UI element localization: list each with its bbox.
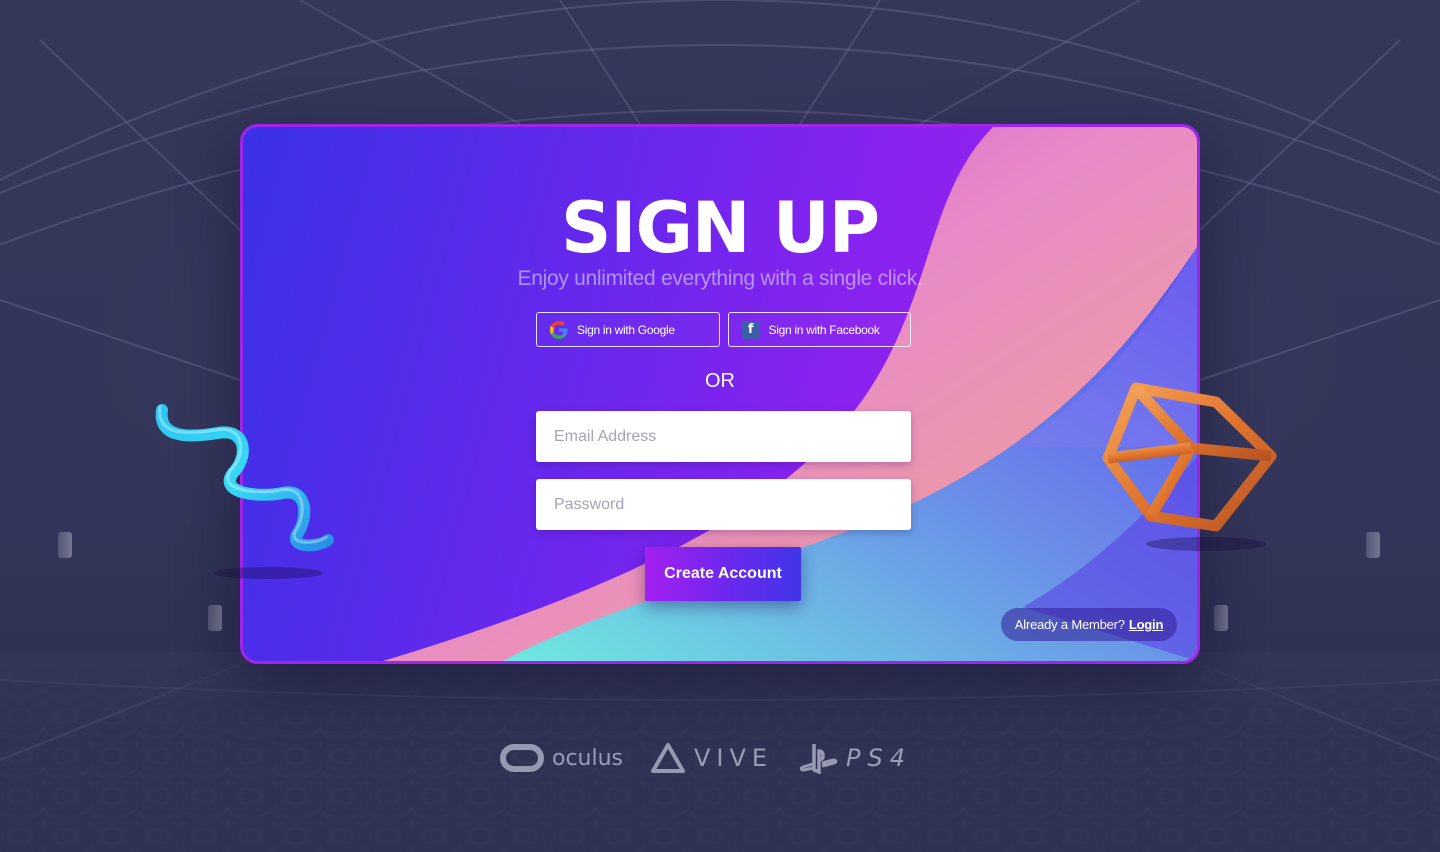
vive-logo-icon [651,743,685,773]
google-signin-button[interactable]: Sign in with Google [536,312,720,347]
wall-light [208,605,222,631]
oculus-logo-icon [500,744,544,772]
already-member-text: Already a Member? [1014,617,1125,632]
create-account-button[interactable]: Create Account [645,547,801,601]
supported-platforms: oculus VIVE PS4 [500,738,940,778]
login-link[interactable]: Login [1129,617,1164,632]
email-field[interactable] [536,411,911,462]
google-icon [550,320,568,339]
facebook-icon: f [741,320,760,339]
vive-brand: VIVE [650,738,773,778]
ps4-label: PS4 [846,744,912,772]
wall-light [58,532,72,558]
already-member-pill: Already a Member? Login [1001,608,1177,641]
playstation-logo-icon [800,744,838,774]
oculus-brand: oculus [500,738,623,778]
wireframe-cube-decoration [1102,382,1277,551]
facebook-signin-button[interactable]: f Sign in with Facebook [727,312,911,347]
page-title: SIGN UP [560,187,880,269]
signup-card: SIGN UP Enjoy unlimited everything with … [240,124,1200,664]
password-field[interactable] [536,479,911,530]
ps4-brand: PS4 [800,738,912,778]
wall-light [1214,605,1228,631]
wall-light [1366,532,1380,558]
facebook-signin-label: Sign in with Facebook [768,322,880,337]
page-subtitle: Enjoy unlimited everything with a single… [517,267,923,290]
social-login-row: Sign in with Google f Sign in with Faceb… [536,312,911,347]
or-divider: OR [705,370,735,392]
google-signin-label: Sign in with Google [577,322,675,337]
squiggle-decoration [155,404,334,579]
vive-label: VIVE [694,744,774,772]
oculus-label: oculus [552,745,624,771]
